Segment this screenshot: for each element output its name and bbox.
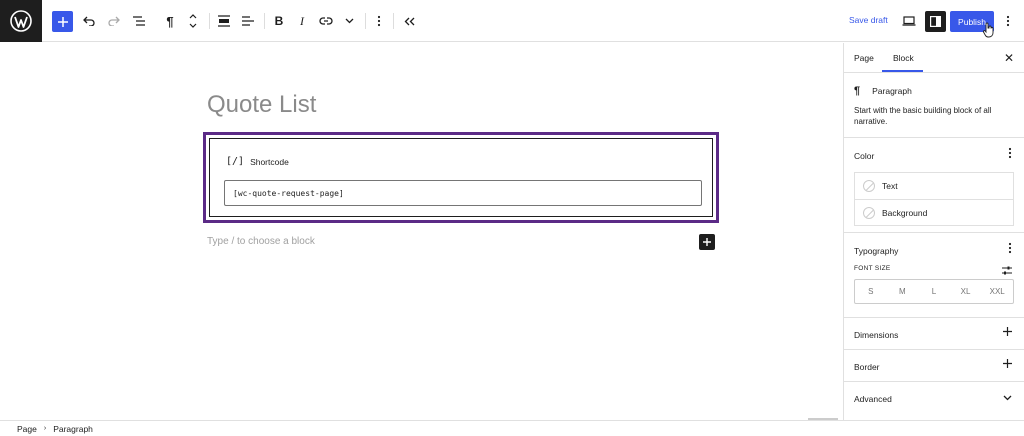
paragraph-icon: ¶ — [854, 85, 861, 97]
document-overview-button[interactable] — [132, 10, 146, 32]
block-card: ¶ Paragraph Start with the basic buildin… — [854, 85, 1019, 127]
shortcode-icon: [/] — [226, 156, 245, 167]
plus-icon[interactable] — [1003, 359, 1012, 371]
block-inserter-button[interactable] — [52, 11, 73, 32]
block-name: Paragraph — [872, 86, 912, 96]
more-rich-text-button[interactable] — [343, 10, 355, 32]
options-button[interactable] — [1002, 10, 1014, 32]
color-panel: Color Text Background — [844, 137, 1024, 230]
editor-canvas[interactable]: Quote List [/] Shortcode [wc-quote-reque… — [0, 43, 843, 420]
typography-panel: Typography FONT SIZE S M L XL XXL — [844, 232, 1024, 316]
color-options-button[interactable] — [1008, 147, 1012, 162]
plus-icon — [57, 16, 68, 27]
preview-button[interactable] — [901, 10, 917, 32]
font-size-xxl[interactable]: XXL — [981, 280, 1013, 303]
italic-button[interactable]: I — [296, 10, 308, 32]
block-options-button[interactable] — [373, 10, 385, 32]
text-align-button[interactable] — [241, 10, 255, 32]
align-wide-icon — [218, 15, 230, 27]
vertical-ellipsis-icon — [1008, 242, 1012, 254]
block-editor: ¶ B I Save draft Publish Quote List [/] … — [0, 0, 1024, 436]
undo-button[interactable] — [82, 10, 96, 32]
color-item-text[interactable]: Text — [855, 173, 1013, 199]
breadcrumb-separator: › — [43, 425, 47, 432]
chevron-down-icon — [345, 18, 353, 24]
page-title[interactable]: Quote List — [207, 91, 316, 119]
save-draft-button[interactable]: Save draft — [849, 15, 888, 25]
bold-button[interactable]: B — [272, 10, 286, 32]
font-size-m[interactable]: M — [887, 280, 919, 303]
dimensions-panel[interactable]: Dimensions — [844, 317, 1024, 349]
double-chevron-left-icon — [404, 17, 414, 25]
shortcode-label-text: Shortcode — [250, 156, 289, 167]
collapse-toolbar-button[interactable] — [402, 10, 416, 32]
settings-sliders-icon — [1002, 266, 1012, 275]
toolbar-divider — [209, 13, 210, 29]
font-size-xl[interactable]: XL — [950, 280, 982, 303]
hand-cursor-icon — [983, 22, 995, 43]
move-up-down-icon — [189, 14, 197, 28]
tab-block[interactable]: Block — [893, 53, 914, 63]
font-size-label: FONT SIZE — [854, 265, 891, 272]
chevron-down-icon[interactable] — [1003, 392, 1012, 404]
color-panel-title: Color — [854, 151, 875, 161]
typography-options-button[interactable] — [1008, 242, 1012, 257]
move-block-buttons[interactable] — [186, 10, 200, 32]
font-size-l[interactable]: L — [918, 280, 950, 303]
typography-panel-title: Typography — [854, 246, 899, 256]
block-description: Start with the basic building block of a… — [854, 106, 992, 126]
color-swatch-icon — [863, 206, 875, 219]
font-size-s[interactable]: S — [855, 280, 887, 303]
plus-icon — [703, 238, 711, 246]
border-panel[interactable]: Border — [844, 349, 1024, 381]
toolbar-divider — [264, 13, 265, 29]
color-swatch-icon — [863, 180, 875, 192]
color-item-background[interactable]: Background — [855, 199, 1013, 225]
settings-sidebar-toggle[interactable] — [925, 11, 946, 32]
sidebar-tabs: Page Block ✕ — [844, 43, 1024, 73]
align-left-icon — [242, 16, 254, 26]
shortcode-input[interactable]: [wc-quote-request-page] — [224, 180, 702, 206]
block-width-button[interactable] — [217, 10, 231, 32]
redo-icon — [108, 16, 120, 26]
close-icon[interactable]: ✕ — [1004, 51, 1014, 65]
advanced-panel[interactable]: Advanced — [844, 381, 1024, 413]
shortcode-block-inner: [/] Shortcode [wc-quote-request-page] — [209, 138, 713, 217]
vertical-ellipsis-icon — [1008, 147, 1012, 159]
font-size-picker: S M L XL XXL — [854, 279, 1014, 304]
link-icon — [319, 17, 333, 25]
toolbar-divider — [365, 13, 366, 29]
vertical-ellipsis-icon — [377, 15, 381, 27]
block-appender-placeholder[interactable]: Type / to choose a block — [207, 236, 315, 247]
dimensions-panel-title: Dimensions — [854, 330, 899, 340]
sidebar-icon — [930, 16, 941, 27]
active-tab-indicator — [882, 70, 923, 72]
link-button[interactable] — [318, 10, 334, 32]
custom-size-toggle[interactable] — [1002, 262, 1012, 280]
laptop-icon — [902, 16, 916, 26]
toolbar-divider — [393, 13, 394, 29]
undo-icon — [83, 16, 95, 26]
tab-page[interactable]: Page — [854, 53, 874, 63]
color-item-label: Text — [882, 181, 898, 191]
color-list: Text Background — [854, 172, 1014, 226]
advanced-panel-title: Advanced — [854, 394, 892, 404]
breadcrumb-item-page[interactable]: Page — [17, 424, 37, 434]
border-panel-title: Border — [854, 362, 880, 372]
breadcrumb-item-paragraph[interactable]: Paragraph — [53, 424, 93, 434]
editor-toolbar: ¶ B I Save draft Publish — [0, 0, 1024, 42]
shortcode-label: [/] Shortcode — [226, 156, 289, 167]
plus-icon[interactable] — [1003, 327, 1012, 339]
add-block-button[interactable] — [699, 234, 715, 250]
settings-sidebar: Page Block ✕ ¶ Paragraph Start with the … — [843, 43, 1024, 420]
breadcrumb: Page › Paragraph — [0, 420, 1024, 436]
wordpress-logo-icon[interactable] — [0, 0, 42, 42]
list-view-icon — [133, 16, 145, 26]
color-item-label: Background — [882, 207, 928, 218]
shortcode-block[interactable]: [/] Shortcode [wc-quote-request-page] — [203, 132, 719, 223]
redo-button[interactable] — [107, 10, 121, 32]
paragraph-block-icon[interactable]: ¶ — [163, 10, 177, 32]
vertical-ellipsis-icon — [1006, 15, 1010, 27]
